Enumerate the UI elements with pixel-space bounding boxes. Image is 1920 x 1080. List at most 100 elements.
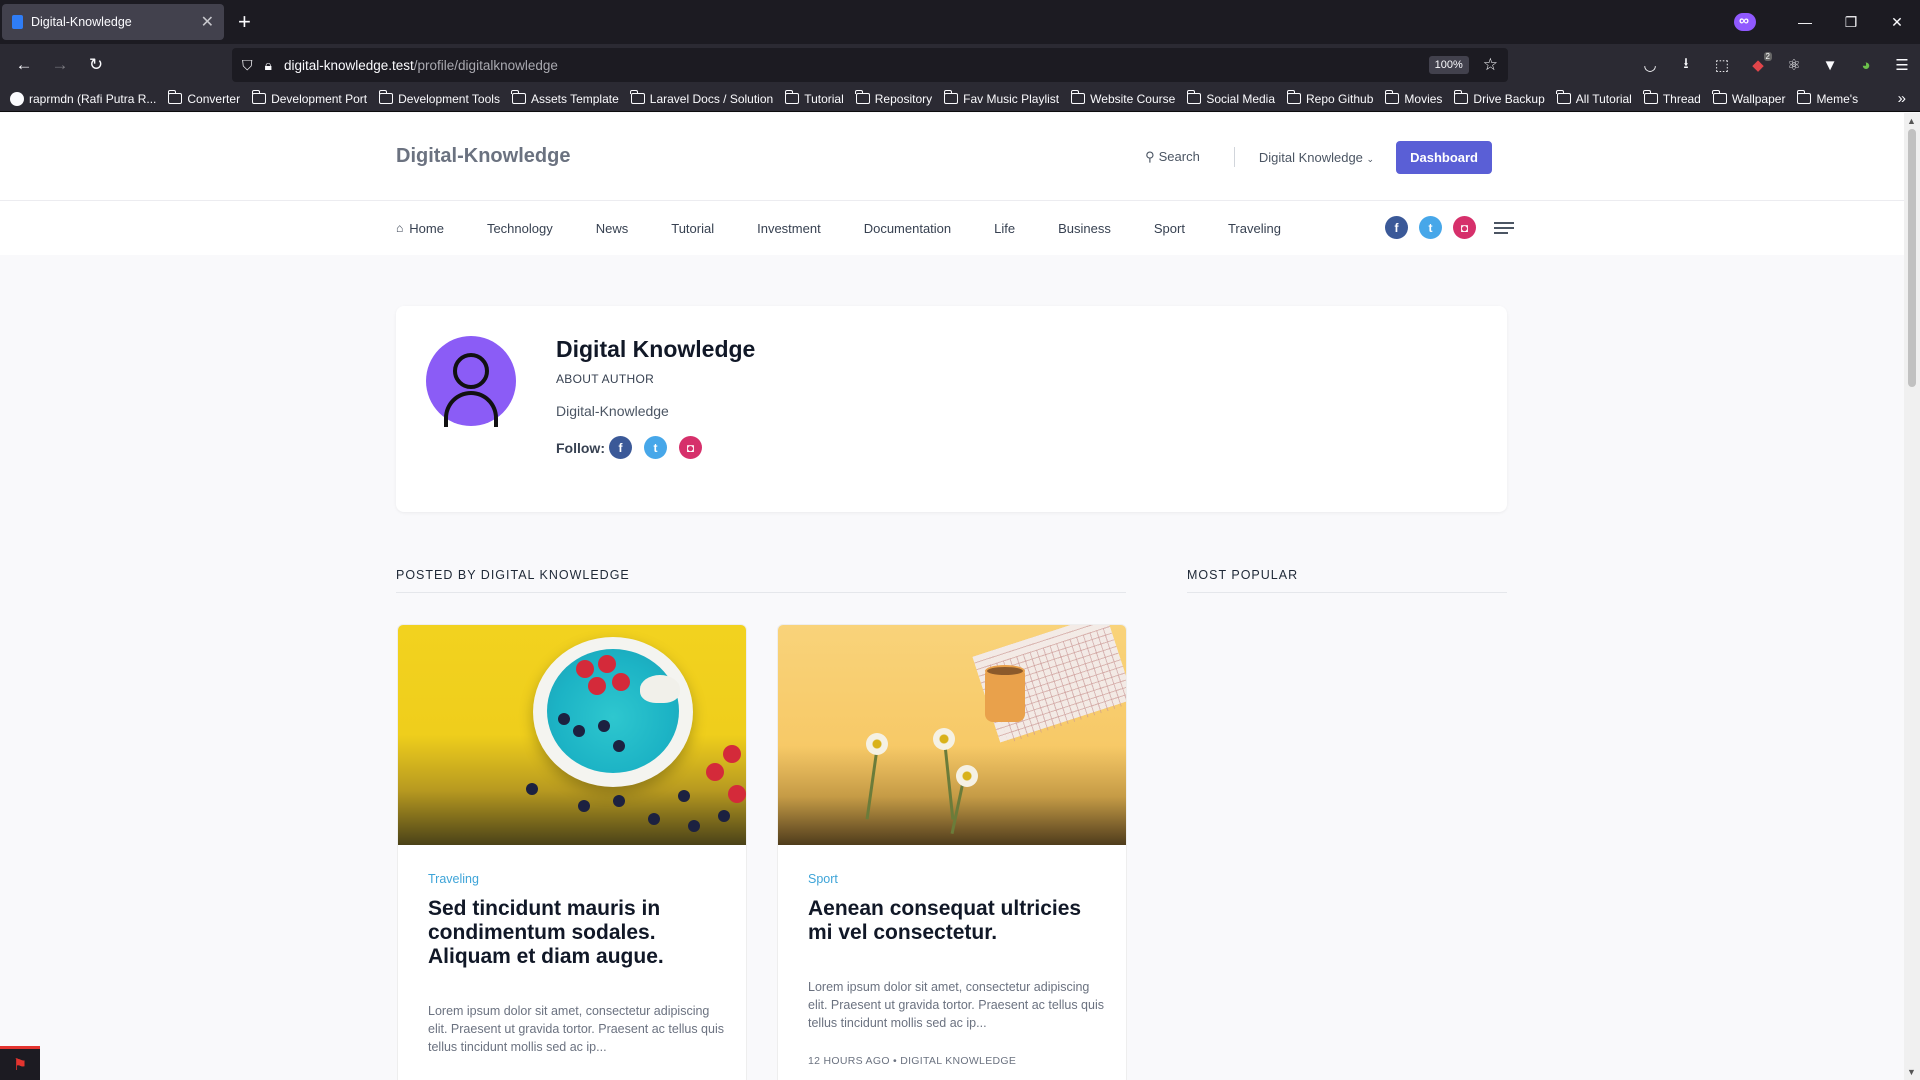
minimize-button[interactable]: — xyxy=(1782,14,1828,30)
folder-icon xyxy=(511,90,526,104)
post-title[interactable]: Aenean consequat ultricies mi vel consec… xyxy=(808,897,1108,945)
bookmark-item[interactable]: All Tutorial xyxy=(1556,90,1632,106)
dashboard-button[interactable]: Dashboard xyxy=(1396,140,1492,174)
folder-icon xyxy=(1070,90,1086,104)
search-icon: ⚲ xyxy=(1145,149,1155,164)
bookmark-item[interactable]: Repository xyxy=(855,90,932,106)
facebook-icon[interactable]: f xyxy=(1385,216,1408,239)
new-tab-button[interactable]: + xyxy=(238,9,251,35)
debugbar-laravel-icon[interactable]: ⚑ xyxy=(0,1046,40,1080)
browser-tab-bar: Digital-Knowledge ✕ + — ❐ ✕ xyxy=(0,0,1920,44)
folder-icon xyxy=(1712,90,1727,104)
bookmark-item[interactable]: Assets Template xyxy=(511,90,619,106)
scroll-thumb[interactable] xyxy=(1908,129,1916,387)
site-brand[interactable]: Digital-Knowledge xyxy=(396,145,570,168)
menu-item-investment[interactable]: Investment xyxy=(757,221,821,236)
folder-icon xyxy=(251,90,267,104)
back-button[interactable]: ← xyxy=(6,55,42,75)
scroll-up-icon[interactable]: ▲ xyxy=(1907,116,1916,126)
chevron-down-icon: ⌄ xyxy=(1366,153,1375,164)
post-category[interactable]: Sport xyxy=(808,872,838,886)
close-tab-icon[interactable]: ✕ xyxy=(201,12,214,32)
bookmark-star-icon[interactable]: ☆ xyxy=(1483,55,1498,75)
follow-label: Follow: xyxy=(556,439,605,456)
url-text[interactable]: digital-knowledge.test/profile/digitalkn… xyxy=(284,58,1429,73)
twitter-icon[interactable]: t xyxy=(1419,216,1442,239)
facebook-icon[interactable]: f xyxy=(609,436,632,459)
bookmark-item[interactable]: Development Port xyxy=(251,90,367,106)
reload-button[interactable]: ↻ xyxy=(78,55,114,75)
address-bar[interactable]: ⛉ 🔒︎ digital-knowledge.test/profile/digi… xyxy=(232,48,1508,82)
shield-icon[interactable]: ⛉ xyxy=(242,57,253,74)
post-title[interactable]: Sed tincidunt mauris in condimentum soda… xyxy=(428,897,728,969)
avatar xyxy=(426,336,516,427)
pocket-icon[interactable]: ◡ xyxy=(1632,56,1668,74)
menu-item-business[interactable]: Business xyxy=(1058,221,1111,236)
menu-item-news[interactable]: News xyxy=(596,221,629,236)
home-icon: ⌂ xyxy=(396,221,404,235)
post-image[interactable] xyxy=(398,625,746,845)
bookmark-item[interactable]: Laravel Docs / Solution xyxy=(630,90,773,106)
menu-item-traveling[interactable]: Traveling xyxy=(1228,221,1281,236)
menu-item-sport[interactable]: Sport xyxy=(1154,221,1185,236)
site-header: Digital-Knowledge ⚲ Search Digital Knowle… xyxy=(0,113,1904,201)
bookmark-item[interactable]: Repo Github xyxy=(1286,90,1373,106)
most-popular-heading: MOST POPULAR xyxy=(1187,568,1299,582)
vue-devtools-icon[interactable]: ▼ xyxy=(1812,57,1848,74)
zoom-level[interactable]: 100% xyxy=(1428,56,1469,74)
menu-item-tutorial[interactable]: Tutorial xyxy=(671,221,714,236)
react-devtools-icon[interactable]: ⚛ xyxy=(1776,56,1812,74)
browser-tab[interactable]: Digital-Knowledge ✕ xyxy=(2,4,224,40)
search-button[interactable]: ⚲ Search xyxy=(1145,149,1200,165)
post-card[interactable]: Traveling Sed tincidunt mauris in condim… xyxy=(397,624,747,1080)
close-window-button[interactable]: ✕ xyxy=(1874,14,1920,31)
main-menu: ⌂ Home Technology News Tutorial Investment Doc… xyxy=(0,201,1904,255)
bookmark-item[interactable]: Fav Music Playlist xyxy=(943,90,1059,106)
bookmark-item[interactable]: Thread xyxy=(1643,90,1701,106)
screenshot-icon[interactable]: ⬚ xyxy=(1704,56,1740,74)
post-excerpt: Lorem ipsum dolor sit amet, consectetur … xyxy=(808,980,1104,1030)
author-name: Digital Knowledge xyxy=(556,336,756,362)
bookmark-item[interactable]: Wallpaper xyxy=(1712,90,1785,106)
folder-icon xyxy=(1384,90,1400,104)
page-scrollbar[interactable]: ▲ ▼ xyxy=(1904,113,1920,1080)
instagram-icon[interactable]: ◘ xyxy=(1453,216,1476,239)
post-card[interactable]: Sport Aenean consequat ultricies mi vel … xyxy=(777,624,1127,1080)
bookmark-item[interactable]: Meme's xyxy=(1796,90,1858,106)
post-category[interactable]: Traveling xyxy=(428,872,479,886)
menu-item-documentation[interactable]: Documentation xyxy=(864,221,951,236)
restore-button[interactable]: ❐ xyxy=(1828,14,1874,31)
menu-icon[interactable]: ☰ xyxy=(1884,56,1920,74)
post-image[interactable] xyxy=(778,625,1126,845)
twitter-icon[interactable]: t xyxy=(644,436,667,459)
scroll-down-icon[interactable]: ▼ xyxy=(1907,1067,1916,1077)
instagram-icon[interactable]: ◘ xyxy=(679,436,702,459)
private-browsing-icon xyxy=(1734,12,1756,31)
menu-item-technology[interactable]: Technology xyxy=(487,221,553,236)
folder-icon xyxy=(784,90,800,104)
download-icon[interactable]: ⭳ xyxy=(1668,53,1704,78)
user-dropdown[interactable]: Digital Knowledge ⌄ xyxy=(1259,150,1374,165)
bookmark-item[interactable]: Development Tools xyxy=(378,90,500,106)
menu-item-home[interactable]: ⌂ Home xyxy=(396,221,444,236)
github-icon xyxy=(10,91,24,106)
forward-button[interactable]: → xyxy=(42,55,78,75)
extension-icon[interactable]: ◕ xyxy=(1848,57,1884,74)
web-page: Digital-Knowledge ⚲ Search Digital Knowle… xyxy=(0,113,1904,1080)
bookmark-item[interactable]: Website Course xyxy=(1070,90,1175,106)
menu-item-life[interactable]: Life xyxy=(994,221,1015,236)
bookmark-item[interactable]: raprmdn (Rafi Putra R... xyxy=(10,91,156,106)
bookmark-item[interactable]: Social Media xyxy=(1186,90,1275,106)
browser-nav-bar: ← → ↻ ⛉ 🔒︎ digital-knowledge.test/profil… xyxy=(0,44,1920,86)
more-bookmarks-icon[interactable]: » xyxy=(1898,90,1906,107)
bookmark-item[interactable]: Drive Backup xyxy=(1453,90,1545,106)
ublock-extension-icon[interactable]: ◆ 2 xyxy=(1740,52,1776,74)
hamburger-menu-icon[interactable] xyxy=(1494,219,1514,237)
bookmark-item[interactable]: Movies xyxy=(1384,90,1442,106)
bookmark-item[interactable]: Tutorial xyxy=(784,90,844,106)
folder-icon xyxy=(1643,90,1658,104)
bookmark-item[interactable]: Converter xyxy=(167,90,240,106)
divider xyxy=(396,592,1126,593)
post-excerpt: Lorem ipsum dolor sit amet, consectetur … xyxy=(428,1004,724,1054)
lock-icon[interactable]: 🔒︎ xyxy=(265,57,272,74)
